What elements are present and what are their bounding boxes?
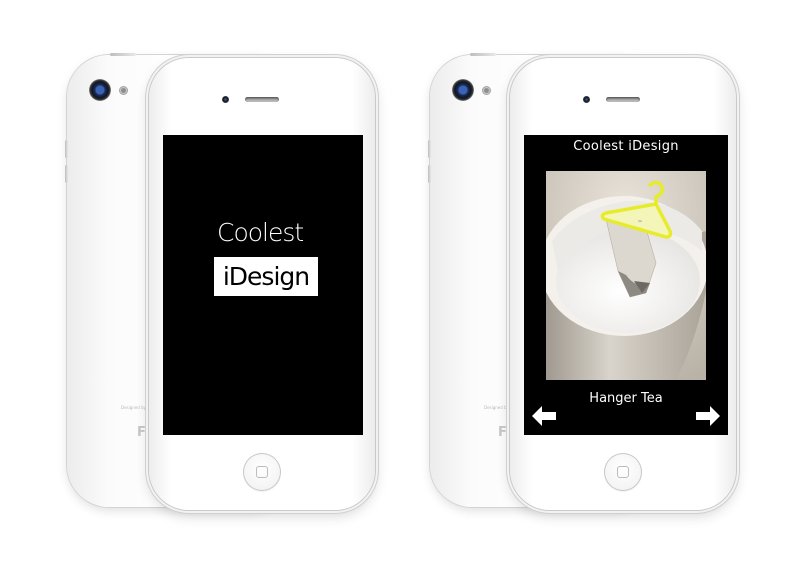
phone-front-left: Coolest iDesign [149, 58, 375, 510]
arrow-right-icon[interactable] [695, 405, 721, 427]
rear-camera-icon [452, 79, 474, 101]
power-button [110, 53, 136, 56]
hanger-tea-photo: ✂ [540, 171, 708, 380]
product-photo[interactable]: ✂ [540, 171, 708, 380]
volume-button [65, 165, 68, 183]
app-header-title: Coolest iDesign [573, 139, 679, 154]
volume-button [65, 140, 68, 158]
arrow-left-icon[interactable] [531, 405, 557, 427]
rear-camera-icon [89, 79, 111, 101]
volume-button [428, 140, 431, 158]
svg-text:✂: ✂ [638, 219, 642, 225]
power-button [470, 53, 496, 56]
gallery-screen: Coolest iDesign ✂ Hanger Tea [524, 135, 728, 435]
earpiece-speaker [606, 97, 640, 102]
volume-button [428, 165, 431, 183]
home-button[interactable] [243, 453, 281, 491]
home-square-icon [617, 466, 629, 478]
item-caption: Hanger Tea [589, 391, 663, 406]
phone-front-right: Coolest iDesign ✂ Hanger Tea [510, 58, 736, 510]
front-camera-icon [222, 96, 229, 103]
home-square-icon [256, 466, 268, 478]
splash-title-line1: Coolest [217, 218, 304, 247]
flash-icon [482, 86, 491, 95]
flash-icon [119, 86, 128, 95]
earpiece-speaker [245, 97, 279, 102]
front-camera-icon [583, 96, 590, 103]
splash-title-line2: iDesign [214, 257, 318, 296]
splash-screen: Coolest iDesign [163, 135, 363, 435]
home-button[interactable] [604, 453, 642, 491]
